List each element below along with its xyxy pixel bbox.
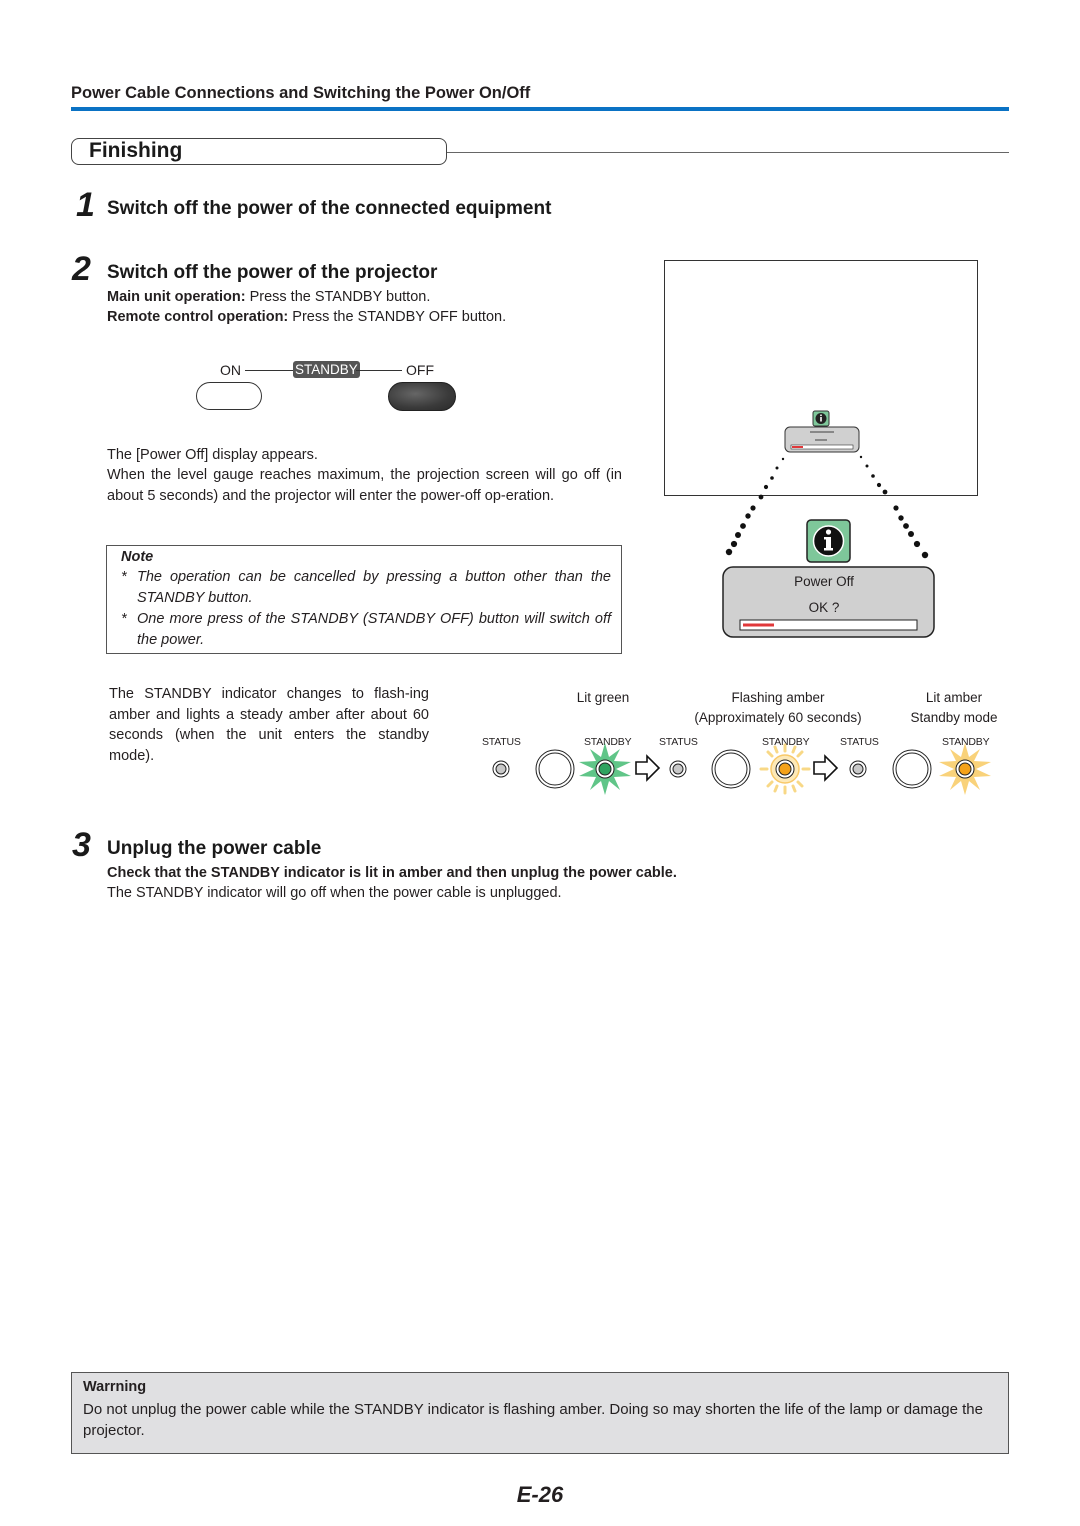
standby-button — [892, 749, 932, 789]
standby-label: STANDBY — [293, 361, 360, 378]
arrow-right-icon — [813, 754, 839, 782]
remote-control-operation: Remote control operation: Press the STAN… — [107, 307, 506, 328]
status-led-off — [492, 760, 510, 778]
note-title: Note — [121, 549, 154, 565]
bullet: * — [121, 611, 127, 627]
status-led-off — [849, 760, 867, 778]
standby-led-flashing-amber — [759, 743, 811, 795]
lit-green-caption: Lit green — [576, 690, 630, 705]
remote-label: Remote control operation: — [107, 309, 289, 325]
indicator-change-text: The STANDBY indicator changes to flash-i… — [109, 686, 429, 764]
note-item: * One more press of the STANDBY (STANDBY… — [121, 611, 611, 648]
note-box: Note * The operation can be cancelled by… — [106, 545, 622, 654]
unplug-note: The STANDBY indicator will go off when t… — [107, 885, 562, 901]
standby-led-lit-amber — [939, 743, 991, 795]
switch-line — [356, 370, 402, 371]
main-unit-text: Press the STANDBY button. — [245, 289, 431, 305]
step-3-title: Unplug the power cable — [107, 838, 322, 859]
warning-box: Warrning Do not unplug the power cable w… — [71, 1372, 1009, 1454]
off-label: OFF — [406, 362, 434, 378]
standby-mode-caption: Standby mode — [910, 710, 998, 725]
level-gauge-text: When the level gauge reaches maximum, th… — [107, 467, 622, 504]
standby-button — [535, 749, 575, 789]
switch-line — [245, 370, 293, 371]
on-label: ON — [220, 362, 241, 378]
flashing-amber-caption: Flashing amber — [731, 690, 825, 705]
status-led-off — [669, 760, 687, 778]
step-1-title: Switch off the power of the connected eq… — [107, 198, 552, 219]
gauge-fill — [743, 623, 774, 627]
bullet: * — [121, 569, 127, 585]
section-header: Power Cable Connections and Switching th… — [71, 84, 531, 102]
header-rule — [71, 107, 1009, 111]
standby-led-lit-green — [579, 743, 631, 795]
info-icon — [806, 519, 851, 563]
small-dialog — [784, 426, 860, 453]
unplug-instruction: Check that the STANDBY indicator is lit … — [107, 865, 677, 881]
note-item: * The operation can be cancelled by pres… — [121, 569, 611, 606]
dialog-title: Power Off — [794, 574, 854, 589]
warning-title: Warrning — [83, 1379, 147, 1395]
warning-text: Do not unplug the power cable while the … — [83, 1401, 983, 1439]
remote-text: Press the STANDBY OFF button. — [288, 309, 507, 325]
main-unit-label: Main unit operation: — [107, 289, 246, 305]
dialog-prompt: OK ? — [808, 600, 840, 615]
arrow-right-icon — [635, 754, 661, 782]
indicator-sequence — [492, 743, 991, 795]
standby-switch-diagram: ON STANDBY OFF — [190, 356, 480, 416]
power-off-display-text: The [Power Off] display appears. — [107, 447, 318, 463]
finishing-title: Finishing — [89, 139, 183, 162]
small-info-icon — [812, 410, 830, 427]
step-2-title: Switch off the power of the projector — [107, 262, 438, 283]
standby-button — [711, 749, 751, 789]
on-button[interactable] — [196, 382, 262, 410]
lit-amber-caption: Lit amber — [925, 690, 983, 705]
main-unit-operation: Main unit operation: Press the STANDBY b… — [107, 287, 430, 308]
flashing-amber-duration: (Approximately 60 seconds) — [694, 710, 862, 725]
step-1-number: 1 — [76, 186, 95, 224]
step-2-number: 2 — [72, 250, 91, 288]
off-button[interactable] — [388, 382, 456, 411]
page-number: E-26 — [516, 1482, 564, 1507]
finishing-rule — [447, 152, 1009, 153]
step-3-number: 3 — [72, 826, 91, 864]
